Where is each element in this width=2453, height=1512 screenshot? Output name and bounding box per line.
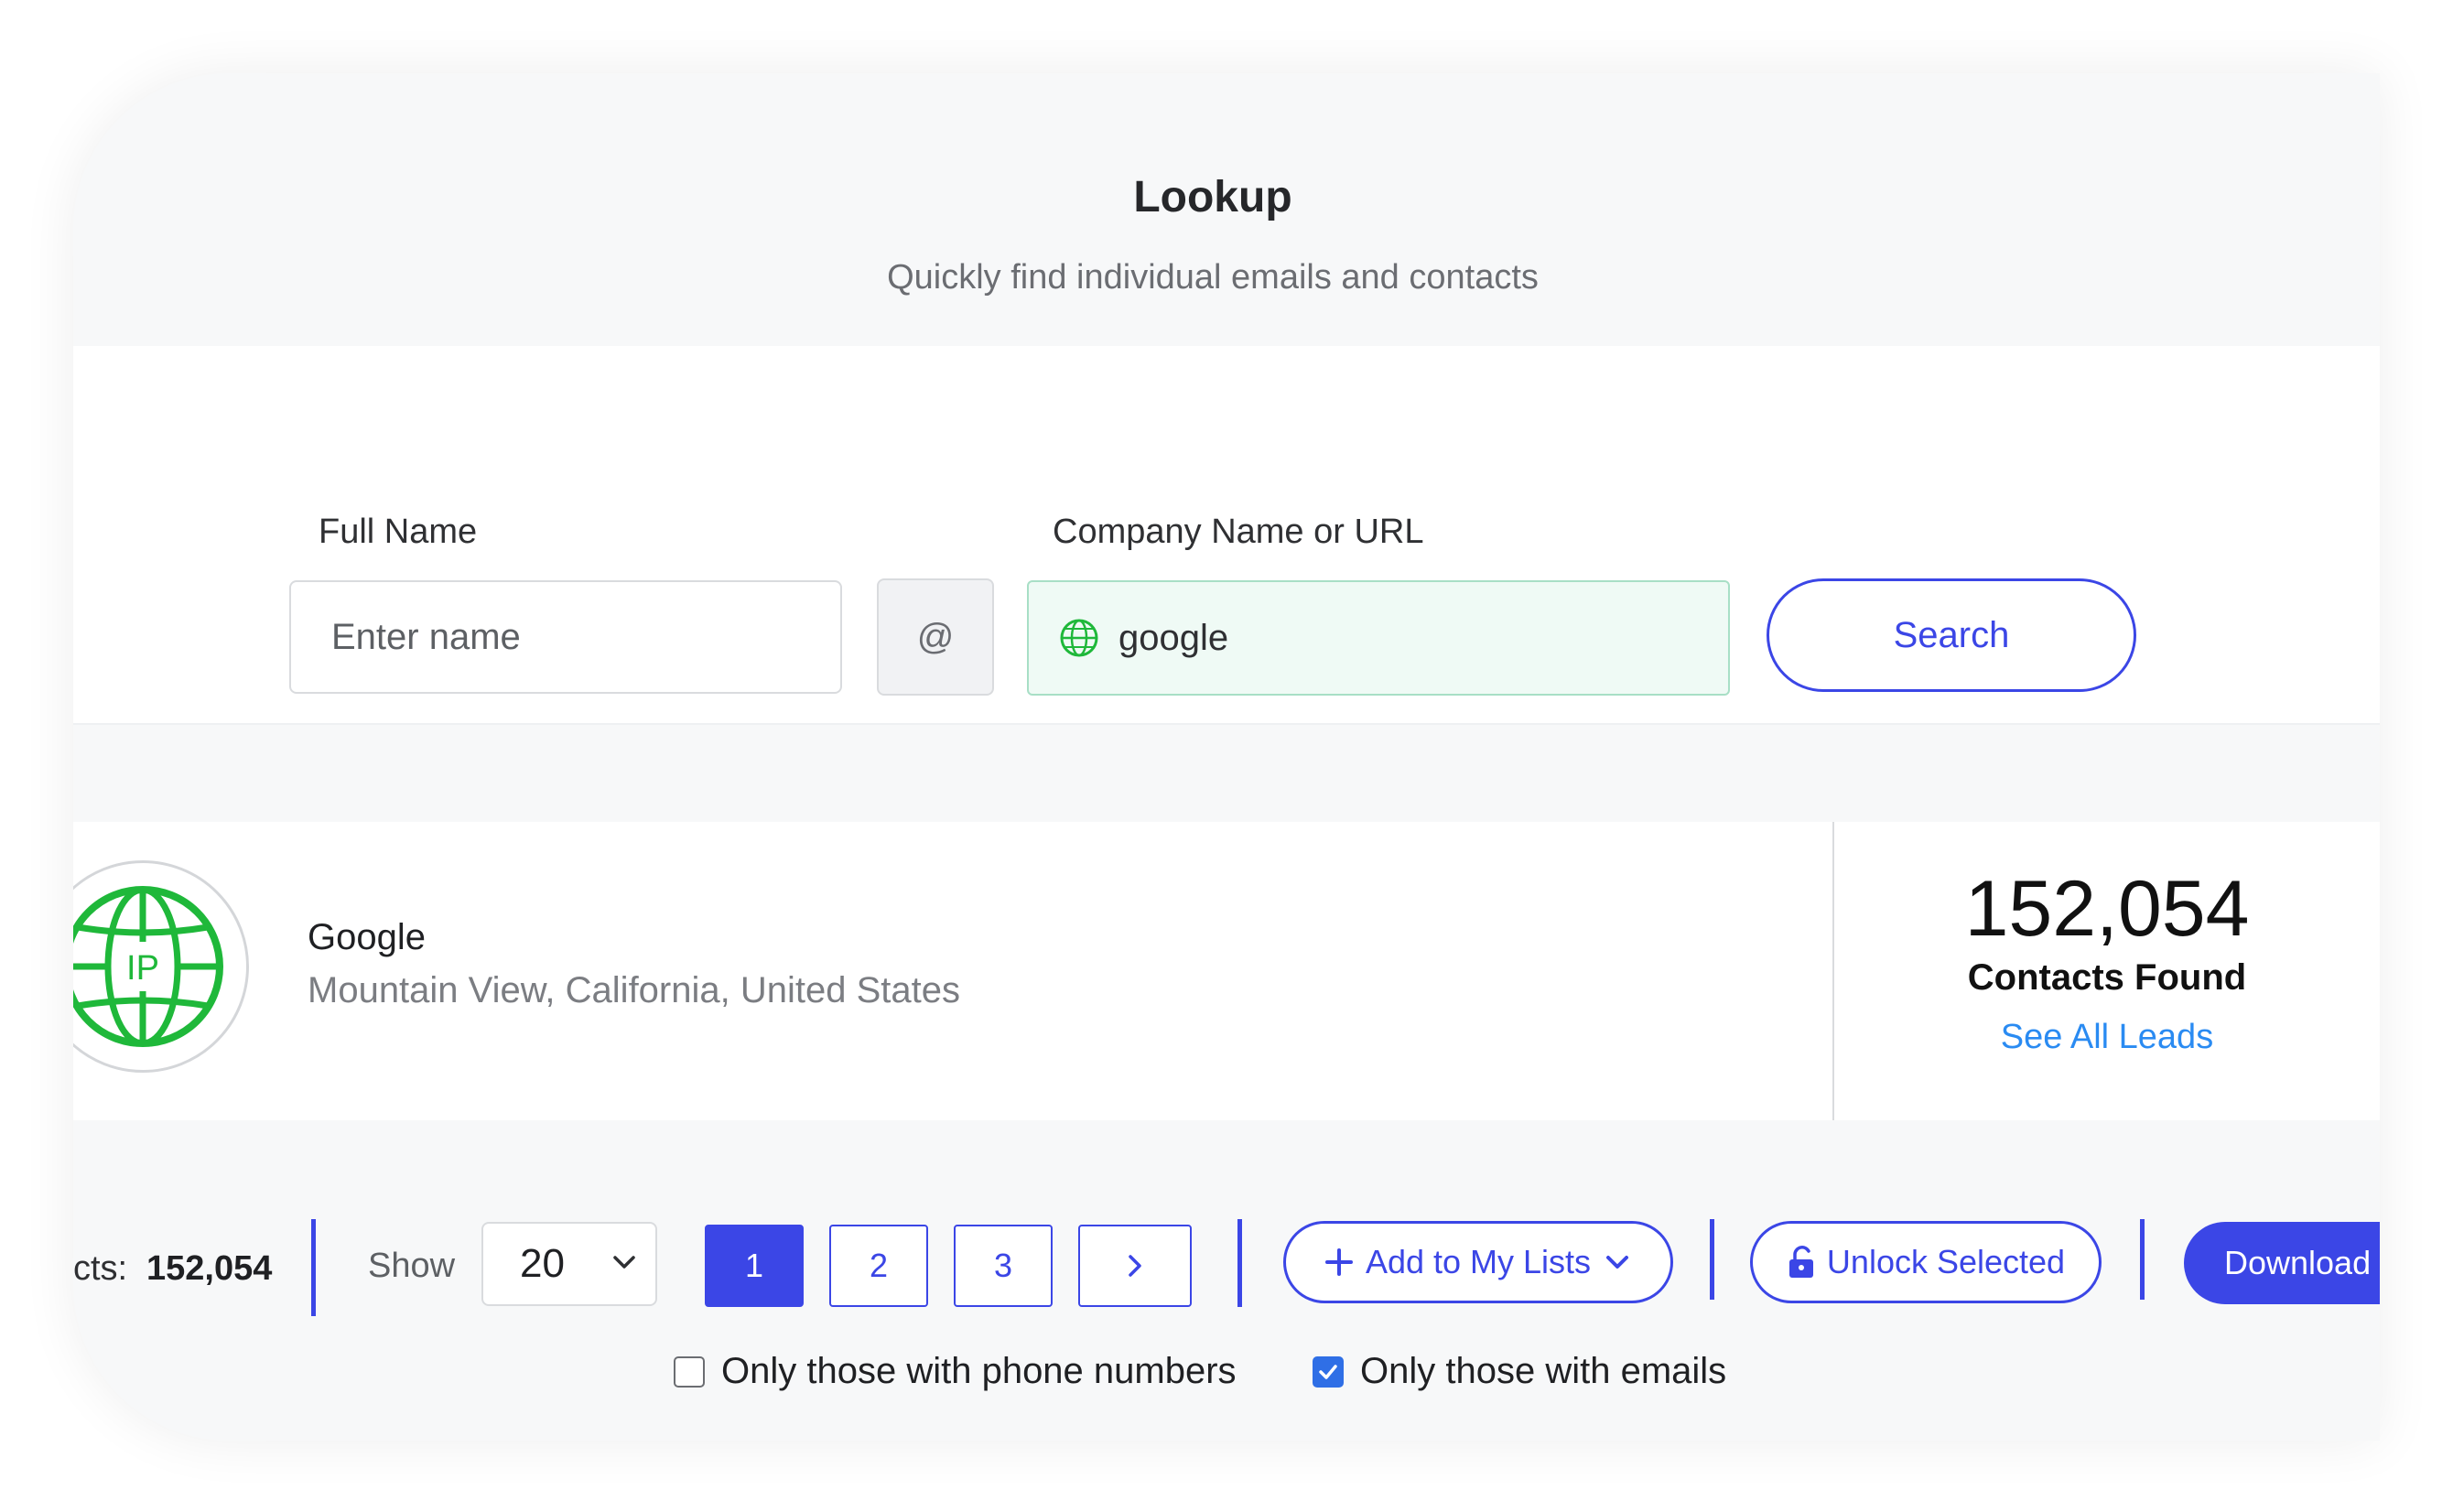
globe-ip-icon: IP xyxy=(73,886,223,1047)
at-symbol: @ xyxy=(877,578,994,696)
phone-filter[interactable]: Only those with phone numbers xyxy=(674,1351,1237,1392)
chevron-down-icon xyxy=(1602,1247,1633,1278)
contacts-found-label: Contacts Found xyxy=(1967,957,2247,998)
email-checkbox[interactable] xyxy=(1313,1355,1344,1388)
page-subtitle: Quickly find individual emails and conta… xyxy=(887,258,1539,297)
total-contacts-label: cts: xyxy=(73,1249,128,1288)
email-filter[interactable]: Only those with emails xyxy=(1313,1351,1726,1392)
phone-filter-label: Only those with phone numbers xyxy=(721,1351,1237,1391)
search-panel: Full Name @ Company Name or URL Search xyxy=(73,346,2380,725)
page-1-button[interactable]: 1 xyxy=(705,1225,804,1307)
company-field[interactable] xyxy=(1027,580,1730,696)
search-button[interactable]: Search xyxy=(1767,578,2136,692)
page-size-select[interactable]: 20 xyxy=(481,1222,657,1306)
add-to-my-lists-button[interactable]: Add to My Lists xyxy=(1283,1221,1673,1303)
contacts-count: 152,054 xyxy=(1964,865,2250,953)
plus-icon xyxy=(1324,1247,1355,1278)
unlock-selected-label: Unlock Selected xyxy=(1826,1243,2066,1280)
toolbar-separator xyxy=(1237,1219,1242,1307)
see-all-leads-link[interactable]: See All Leads xyxy=(1834,1018,2380,1057)
download-button[interactable]: Download xyxy=(2184,1222,2380,1304)
toolbar-separator xyxy=(2140,1219,2145,1300)
toolbar-separator xyxy=(1710,1219,1714,1300)
toolbar-separator xyxy=(311,1219,316,1316)
full-name-label: Full Name xyxy=(319,513,478,551)
add-to-my-lists-label: Add to My Lists xyxy=(1365,1243,1592,1280)
chevron-down-icon xyxy=(606,1244,643,1291)
company-name: Google xyxy=(308,917,426,957)
phone-checkbox[interactable] xyxy=(674,1355,705,1388)
show-label: Show xyxy=(368,1247,456,1285)
lookup-card: Lookup Quickly find individual emails an… xyxy=(73,73,2380,1441)
unlock-icon xyxy=(1787,1245,1816,1280)
full-name-input[interactable] xyxy=(289,580,842,694)
company-logo: IP xyxy=(73,860,249,1073)
company-result: IP Google Mountain View, California, Uni… xyxy=(73,822,2380,1120)
unlock-selected-button[interactable]: Unlock Selected xyxy=(1750,1221,2102,1303)
page-2-button[interactable]: 2 xyxy=(829,1225,928,1307)
checkmark-icon xyxy=(1319,1364,1337,1379)
company-location: Mountain View, California, United States xyxy=(308,970,960,1010)
next-page-button[interactable] xyxy=(1078,1225,1192,1307)
logo-text: IP xyxy=(126,949,159,988)
page-title: Lookup xyxy=(1133,173,1292,221)
company-input[interactable] xyxy=(1117,616,1670,660)
company-label: Company Name or URL xyxy=(1053,513,1424,551)
total-contacts-value: 152,054 xyxy=(146,1249,273,1288)
globe-icon xyxy=(1058,617,1100,659)
page-3-button[interactable]: 3 xyxy=(954,1225,1053,1307)
email-filter-label: Only those with emails xyxy=(1360,1351,1727,1391)
chevron-right-icon xyxy=(1119,1250,1151,1281)
page-size-value: 20 xyxy=(520,1241,565,1286)
